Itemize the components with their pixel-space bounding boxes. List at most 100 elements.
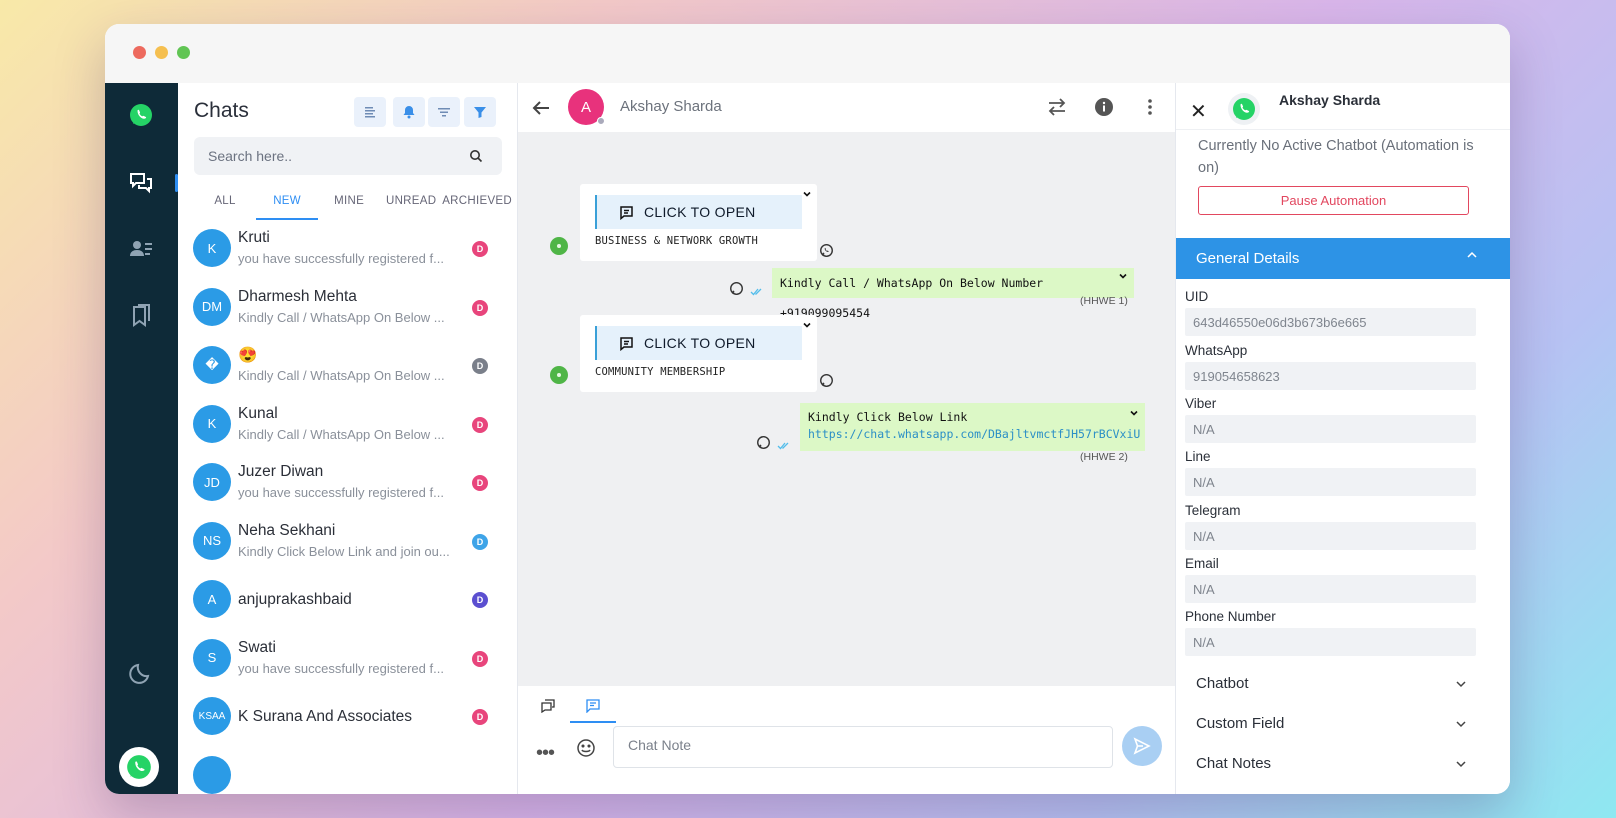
chevron-down-icon[interactable] bbox=[1118, 271, 1128, 281]
status-badge: D bbox=[472, 533, 488, 550]
double-check-icon bbox=[777, 442, 789, 450]
chat-name: Juzer Diwan bbox=[238, 463, 324, 480]
chat-preview: you have successfully registered f... bbox=[238, 660, 444, 676]
tab-mine[interactable]: MINE bbox=[318, 191, 380, 215]
chat-name: Dharmesh Mehta bbox=[238, 287, 357, 305]
chat-notes-section[interactable]: Chat Notes bbox=[1176, 745, 1510, 783]
chatbot-status: Currently No Active Chatbot (Automation … bbox=[1198, 138, 1474, 176]
chevron-down-icon[interactable] bbox=[1129, 408, 1139, 418]
message-text: Kindly Click Below Link bbox=[808, 410, 968, 424]
avatar: K bbox=[193, 229, 231, 267]
bookmarks-icon[interactable] bbox=[123, 298, 159, 334]
tab-archieved[interactable]: ARCHIEVED bbox=[442, 191, 512, 215]
status-badge: D bbox=[472, 241, 488, 257]
field-label-phone: Phone Number bbox=[1185, 609, 1276, 624]
transfer-icon[interactable] bbox=[1045, 95, 1069, 119]
section-label: Custom Field bbox=[1196, 715, 1285, 732]
chat-name: Neha Sekhani bbox=[238, 521, 336, 539]
general-details-header[interactable]: General Details bbox=[1176, 238, 1510, 279]
message-link[interactable]: https://chat.whatsapp.com/DBajltvmctfJH5… bbox=[808, 426, 1140, 443]
conversation-panel: A Akshay Sharda CLICK TO OPEN BUSINESS &… bbox=[518, 83, 1175, 794]
tab-all[interactable]: ALL bbox=[194, 191, 256, 215]
chatbot-section[interactable]: Chatbot bbox=[1176, 665, 1510, 703]
tab-unread[interactable]: UNREAD bbox=[380, 191, 442, 215]
button-label: CLICK TO OPEN bbox=[644, 204, 756, 220]
close-icon[interactable]: ✕ bbox=[1190, 99, 1207, 124]
whatsapp-avatar[interactable] bbox=[119, 747, 159, 787]
back-arrow-icon[interactable] bbox=[530, 97, 552, 124]
chevron-down-icon bbox=[1456, 761, 1466, 768]
chat-list-item[interactable]: K Kunal Kindly Call / WhatsApp On Below … bbox=[178, 397, 518, 456]
tab-new[interactable]: NEW bbox=[256, 191, 319, 220]
template-tag: (HHWE 1) bbox=[1080, 295, 1128, 307]
chat-list-item[interactable]: S Swati you have successfully registered… bbox=[178, 631, 518, 690]
sort-button[interactable] bbox=[354, 97, 386, 127]
moon-icon[interactable] bbox=[123, 655, 159, 691]
chat-list-item[interactable]: � 😍 Kindly Call / WhatsApp On Below ... … bbox=[178, 338, 518, 397]
chat-list-item[interactable]: DM Dharmesh Mehta Kindly Call / WhatsApp… bbox=[178, 280, 518, 339]
emoji-icon[interactable] bbox=[576, 738, 596, 763]
maximize-window-button[interactable] bbox=[177, 46, 190, 59]
search-input[interactable] bbox=[194, 137, 502, 175]
send-button[interactable] bbox=[1122, 726, 1162, 766]
chat-list-item[interactable]: A anjuprakashbaid D bbox=[178, 572, 518, 631]
more-vertical-icon[interactable] bbox=[1138, 95, 1162, 119]
minimize-window-button[interactable] bbox=[155, 46, 168, 59]
whatsapp-icon bbox=[757, 436, 770, 449]
chat-list-item[interactable]: K Kruti you have successfully registered… bbox=[178, 221, 518, 280]
whatsapp-icon bbox=[730, 282, 743, 295]
field-value-uid: 643d46550e06d3b673b6e665 bbox=[1185, 308, 1476, 336]
notifications-button[interactable] bbox=[393, 97, 425, 127]
search-icon[interactable] bbox=[469, 149, 483, 168]
more-options-icon[interactable]: ••• bbox=[536, 742, 555, 765]
section-label: Chat Notes bbox=[1196, 755, 1272, 772]
contact-name[interactable]: Akshay Sharda bbox=[620, 98, 722, 115]
field-value-viber: N/A bbox=[1185, 415, 1476, 443]
bell-icon bbox=[403, 106, 415, 119]
chevron-down-icon[interactable] bbox=[802, 320, 812, 330]
app-window: Chats ALL NEW MINE UNREAD ARCHIEVED K Kr… bbox=[105, 24, 1510, 794]
chat-list-item[interactable]: KSAA K Surana And Associates D bbox=[178, 689, 518, 748]
active-tab-indicator bbox=[570, 721, 616, 723]
avatar bbox=[193, 755, 231, 794]
whatsapp-icon[interactable] bbox=[123, 97, 159, 133]
chats-icon[interactable] bbox=[123, 165, 159, 201]
custom-field-section[interactable]: Custom Field bbox=[1176, 705, 1510, 743]
bot-indicator bbox=[550, 237, 568, 255]
presence-dot bbox=[597, 117, 605, 125]
filter-button[interactable] bbox=[464, 97, 496, 127]
note-tab[interactable] bbox=[578, 694, 608, 718]
status-badge: D bbox=[472, 299, 488, 316]
reply-tab[interactable] bbox=[533, 694, 563, 718]
pause-automation-button[interactable]: Pause Automation bbox=[1198, 186, 1469, 215]
composer: ••• bbox=[518, 686, 1175, 794]
chat-preview: Kindly Call / WhatsApp On Below ... bbox=[238, 426, 445, 442]
double-check-icon bbox=[750, 288, 762, 296]
chat-name: Kunal bbox=[238, 404, 278, 422]
info-icon[interactable] bbox=[1092, 95, 1116, 119]
contacts-icon[interactable] bbox=[123, 231, 159, 267]
chat-list-item[interactable] bbox=[178, 748, 518, 795]
contact-details-panel: ✕ Akshay Sharda Currently No Active Chat… bbox=[1175, 83, 1510, 794]
field-label-email: Email bbox=[1185, 556, 1219, 571]
chevron-up-icon[interactable] bbox=[1466, 249, 1478, 261]
click-to-open-button[interactable]: CLICK TO OPEN bbox=[595, 326, 802, 360]
title-bar bbox=[105, 24, 1510, 83]
chat-list-item[interactable]: JD Juzer Diwan you have successfully reg… bbox=[178, 455, 518, 514]
avatar: KSAA bbox=[193, 697, 231, 735]
close-window-button[interactable] bbox=[133, 46, 146, 59]
chevron-down-icon[interactable] bbox=[802, 189, 812, 199]
avatar: K bbox=[193, 404, 231, 443]
message-icon bbox=[620, 205, 633, 220]
click-to-open-button[interactable]: CLICK TO OPEN bbox=[595, 195, 802, 229]
field-label-telegram: Telegram bbox=[1185, 503, 1241, 518]
filter-lines-button[interactable] bbox=[428, 97, 460, 127]
chat-preview: Kindly Call / WhatsApp On Below ... bbox=[238, 309, 445, 325]
status-badge: D bbox=[472, 650, 488, 667]
field-value-whatsapp: 919054658623 bbox=[1185, 362, 1476, 390]
chevron-down-icon bbox=[1456, 681, 1466, 688]
chat-list-item[interactable]: NS Neha Sekhani Kindly Click Below Link … bbox=[178, 514, 518, 573]
chat-name: Kruti bbox=[238, 229, 270, 246]
list-icon bbox=[365, 107, 375, 118]
chat-note-input[interactable] bbox=[613, 726, 1113, 768]
